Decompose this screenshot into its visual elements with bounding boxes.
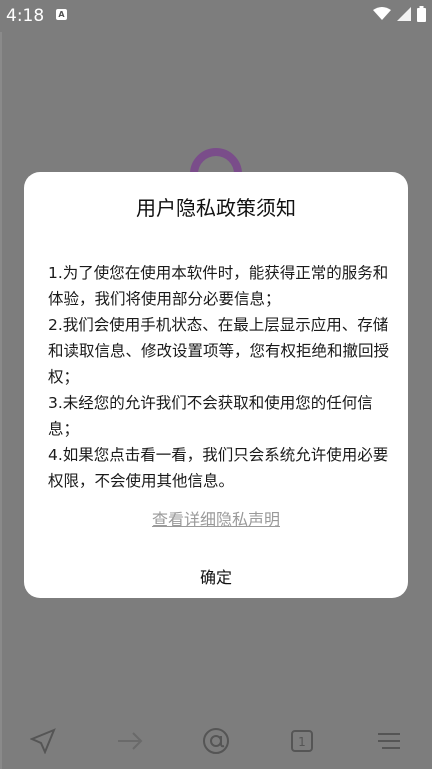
send-icon[interactable] xyxy=(23,721,63,761)
cellular-signal-icon xyxy=(397,7,411,21)
battery-icon xyxy=(417,6,426,22)
policy-paragraph-4: 4.如果您点击看一看，我们只会系统允许使用必要权限，不会使用其他信息。 xyxy=(48,446,389,490)
page-edge xyxy=(0,32,2,769)
forward-arrow-icon[interactable] xyxy=(110,721,150,761)
status-icons xyxy=(373,6,426,22)
status-time: 4:18 xyxy=(6,6,45,26)
privacy-detail-link[interactable]: 查看详细隐私声明 xyxy=(24,506,408,530)
policy-paragraph-2: 2.我们会使用手机状态、在最上层显示应用、存储和读取信息、修改设置项等，您有权拒… xyxy=(48,316,390,386)
privacy-dialog: 用户隐私政策须知 1.为了使您在使用本软件时，能获得正常的服务和体验，我们将使用… xyxy=(24,172,408,598)
policy-paragraph-3: 3.未经您的允许我们不会获取和使用您的任何信息； xyxy=(48,394,373,438)
policy-paragraph-1: 1.为了使您在使用本软件时，能获得正常的服务和体验，我们将使用部分必要信息； xyxy=(48,264,389,308)
menu-icon[interactable] xyxy=(369,721,409,761)
tab-count-icon[interactable]: 1 xyxy=(282,721,322,761)
dialog-title: 用户隐私政策须知 xyxy=(136,196,296,220)
at-sign-icon[interactable] xyxy=(196,721,236,761)
bottom-nav-bar: 1 xyxy=(0,712,432,769)
status-bar: 4:18 A xyxy=(0,0,432,32)
dialog-body: 1.为了使您在使用本软件时，能获得正常的服务和体验，我们将使用部分必要信息； 2… xyxy=(48,260,392,494)
app-notification-icon: A xyxy=(56,9,67,20)
tab-count: 1 xyxy=(299,735,307,749)
wifi-icon xyxy=(373,7,391,20)
confirm-button[interactable]: 确定 xyxy=(24,564,408,588)
